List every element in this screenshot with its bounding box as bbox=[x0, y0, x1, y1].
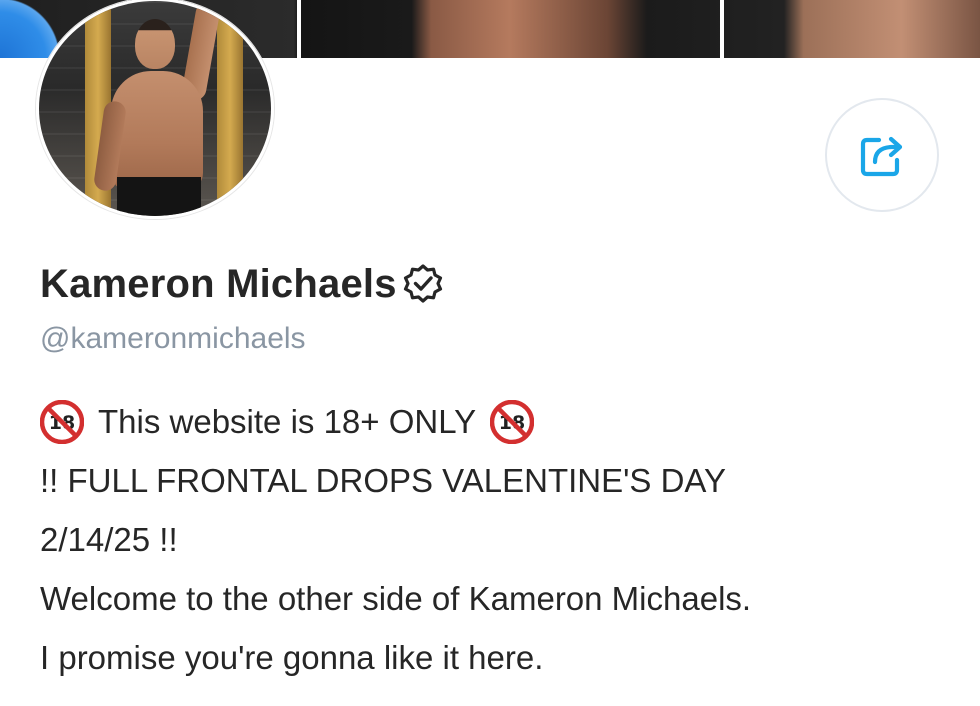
bio-text: 2/14/25 !! bbox=[40, 521, 178, 558]
bio-line: 18 This website is 18+ ONLY 18 bbox=[40, 392, 940, 451]
profile-page: Kameron Michaels @kameronmichaels 18 Thi… bbox=[0, 0, 980, 706]
profile-bio: 18 This website is 18+ ONLY 18 !! FULL F… bbox=[40, 392, 940, 687]
bio-text: Welcome to the other side of Kameron Mic… bbox=[40, 580, 752, 617]
bio-text: I promise you're gonna like it here. bbox=[40, 639, 544, 676]
profile-name: Kameron Michaels bbox=[40, 261, 397, 306]
profile-handle[interactable]: @kameronmichaels bbox=[40, 322, 306, 356]
bio-text: !! FULL FRONTAL DROPS VALENTINE'S DAY bbox=[40, 462, 726, 499]
avatar-figure bbox=[117, 177, 201, 216]
bio-line: 2/14/25 !! bbox=[40, 510, 940, 569]
bio-line: Welcome to the other side of Kameron Mic… bbox=[40, 569, 940, 628]
avatar-figure bbox=[135, 19, 175, 69]
avatar-figure bbox=[111, 71, 203, 191]
bio-line: !! FULL FRONTAL DROPS VALENTINE'S DAY bbox=[40, 451, 940, 510]
no-one-under-eighteen-icon: 18 bbox=[490, 399, 535, 444]
no-one-under-eighteen-icon: 18 bbox=[40, 399, 84, 444]
share-button[interactable] bbox=[825, 98, 939, 212]
verified-badge-icon bbox=[403, 264, 442, 303]
avatar-container[interactable] bbox=[36, 0, 276, 219]
avatar[interactable] bbox=[36, 0, 274, 219]
share-icon bbox=[860, 136, 903, 177]
cover-divider bbox=[720, 0, 724, 58]
avatar-background bbox=[217, 1, 243, 216]
bio-line: I promise you're gonna like it here. bbox=[40, 628, 940, 687]
bio-text: This website is 18+ ONLY bbox=[98, 403, 477, 440]
profile-name-row: Kameron Michaels bbox=[40, 258, 445, 310]
cover-divider bbox=[297, 0, 301, 58]
